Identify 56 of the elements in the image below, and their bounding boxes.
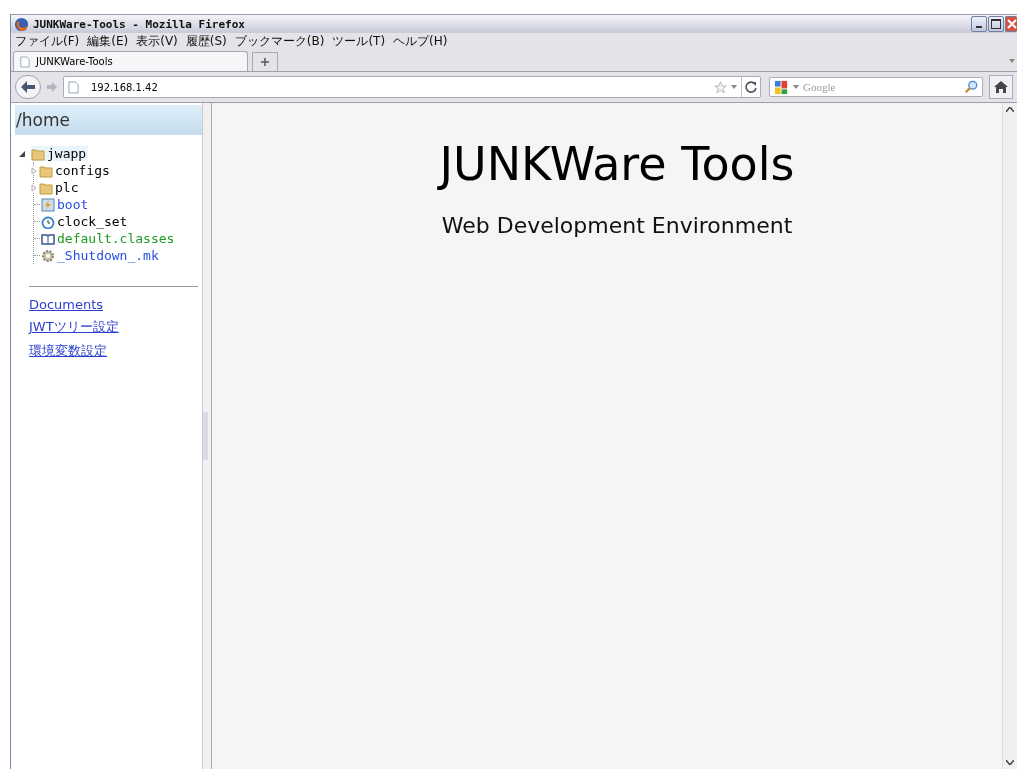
menu-item[interactable]: 履歴(S) bbox=[185, 33, 227, 50]
search-icon[interactable] bbox=[964, 80, 978, 94]
reload-button[interactable] bbox=[741, 77, 760, 97]
dropdown-icon[interactable] bbox=[793, 85, 799, 89]
sidebar-link[interactable]: JWTツリー設定 bbox=[29, 318, 119, 336]
gear-icon bbox=[41, 248, 55, 263]
tree-item[interactable]: jwapp bbox=[31, 146, 89, 161]
folder-icon bbox=[39, 180, 53, 195]
sidebar-header: /home bbox=[15, 105, 202, 135]
sidebar-link[interactable]: 環境変数設定 bbox=[29, 342, 107, 360]
menu-item[interactable]: ツール(T) bbox=[332, 33, 386, 50]
menu-item[interactable]: 編集(E) bbox=[87, 33, 129, 50]
expander-icon[interactable] bbox=[19, 150, 25, 157]
tree-item[interactable]: clock_set bbox=[41, 214, 128, 229]
menu-item[interactable]: ファイル(F) bbox=[15, 33, 80, 50]
home-icon bbox=[994, 81, 1008, 93]
home-button[interactable] bbox=[989, 75, 1013, 99]
search-bar[interactable]: Google bbox=[769, 77, 983, 97]
tree-item[interactable]: _Shutdown_.mk bbox=[41, 248, 159, 263]
bookmark-star-icon[interactable] bbox=[714, 80, 727, 94]
address-bar[interactable]: 192.168.1.42 bbox=[63, 76, 761, 98]
script-icon bbox=[41, 197, 55, 212]
tree-item[interactable]: default.classes bbox=[41, 231, 175, 246]
scroll-up-icon[interactable] bbox=[1006, 107, 1014, 112]
maximize-button[interactable] bbox=[988, 16, 1004, 32]
search-field[interactable]: Google bbox=[803, 81, 960, 93]
back-arrow-icon bbox=[21, 81, 35, 93]
window-title: JUNKWare-Tools - Mozilla Firefox bbox=[33, 17, 245, 31]
new-tab-button[interactable] bbox=[252, 52, 278, 71]
tree-item[interactable]: configs bbox=[39, 163, 110, 178]
plus-icon bbox=[260, 57, 270, 67]
scroll-down-icon[interactable] bbox=[1006, 760, 1014, 765]
minimize-button[interactable] bbox=[971, 16, 987, 32]
splitter-handle[interactable] bbox=[203, 412, 208, 460]
menu-item[interactable]: ヘルプ(H) bbox=[393, 33, 448, 50]
clock-icon bbox=[41, 214, 55, 229]
vertical-scrollbar[interactable] bbox=[1002, 103, 1017, 769]
folder-icon bbox=[31, 146, 45, 161]
book-icon bbox=[41, 231, 55, 246]
close-button[interactable] bbox=[1005, 16, 1017, 32]
menu-item[interactable]: 表示(V) bbox=[136, 33, 178, 50]
tree-item[interactable]: boot bbox=[41, 197, 89, 212]
page-subheading: Web Development Environment bbox=[441, 213, 793, 238]
search-engine-icon[interactable] bbox=[774, 79, 789, 95]
sidebar-link[interactable]: Documents bbox=[29, 297, 104, 312]
back-button[interactable] bbox=[15, 75, 41, 99]
tab-list-icon[interactable] bbox=[1009, 59, 1015, 63]
browser-logo-icon bbox=[14, 16, 29, 32]
page-heading: JUNKWare Tools bbox=[439, 137, 795, 191]
menu-item[interactable]: ブックマーク(B) bbox=[234, 33, 325, 50]
page-icon bbox=[68, 80, 79, 94]
tree-item[interactable]: plc bbox=[39, 180, 79, 195]
folder-icon bbox=[39, 163, 53, 178]
page-icon bbox=[20, 55, 30, 68]
dropdown-icon[interactable] bbox=[731, 85, 737, 89]
browser-tab[interactable]: JUNKWare-Tools bbox=[13, 51, 248, 71]
